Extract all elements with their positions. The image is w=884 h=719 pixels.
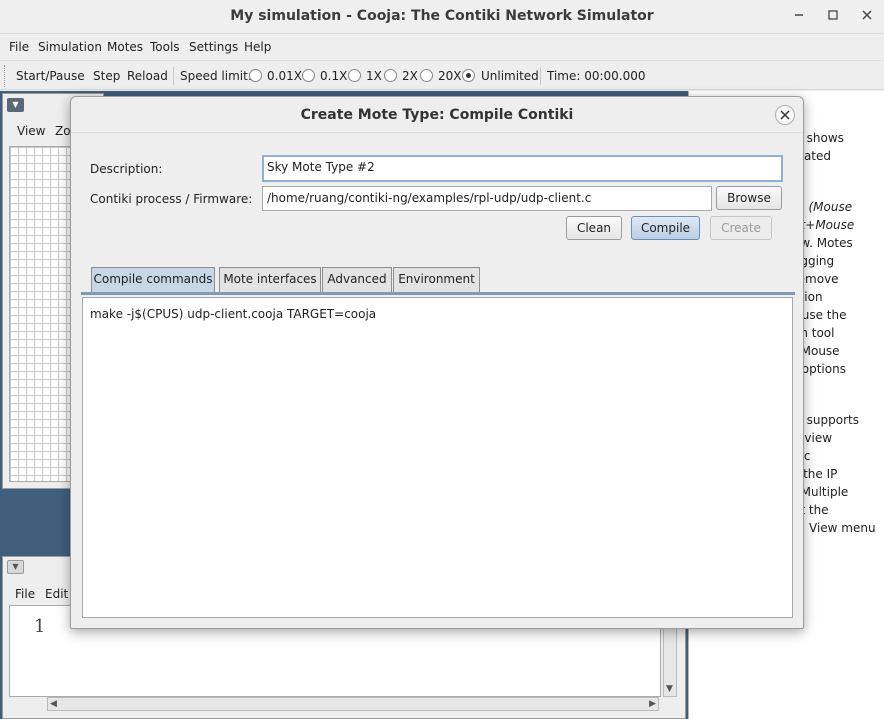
speed-radio-unlimited[interactable]: [462, 69, 475, 82]
reload-button[interactable]: Reload: [127, 69, 168, 83]
menu-file[interactable]: File: [9, 40, 29, 54]
tab-mote-interfaces[interactable]: Mote interfaces: [219, 267, 321, 292]
firmware-path-field[interactable]: /home/ruang/contiki-ng/examples/rpl-udp/…: [262, 186, 712, 211]
browse-button[interactable]: Browse: [716, 186, 782, 210]
menu-settings[interactable]: Settings: [189, 40, 238, 54]
dialog-close-icon[interactable]: [775, 105, 795, 125]
collapse-icon[interactable]: ▼: [7, 98, 24, 112]
editor-menu-file[interactable]: File: [15, 587, 35, 601]
speed-radio-0.1x[interactable]: [302, 69, 315, 82]
compile-button[interactable]: Compile: [631, 216, 700, 240]
menu-bar: File Simulation Motes Tools Settings Hel…: [0, 36, 884, 58]
speed-label-unlimited: Unlimited: [481, 69, 539, 83]
speed-radio-20x[interactable]: [420, 69, 433, 82]
compile-command-text: make -j$(CPUS) udp-client.cooja TARGET=c…: [90, 307, 377, 321]
tab-compile-commands[interactable]: Compile commands: [91, 267, 215, 292]
menu-tools[interactable]: Tools: [150, 40, 180, 54]
close-icon[interactable]: [856, 6, 878, 28]
create-mote-type-dialog: Create Mote Type: Compile Contiki Descri…: [70, 96, 804, 629]
speed-label-20x: 20X: [438, 69, 462, 83]
maximize-icon[interactable]: [822, 6, 844, 28]
notes-line: View menu: [809, 521, 876, 535]
toolbar-separator: [173, 67, 174, 85]
tab-underline: [81, 292, 795, 295]
line-number: 1: [34, 616, 46, 637]
minimize-icon[interactable]: [788, 6, 810, 28]
cooja-window: My simulation - Cooja: The Contiki Netwo…: [0, 0, 884, 719]
firmware-label: Contiki process / Firmware:: [90, 192, 253, 206]
speed-label-1x: 1X: [366, 69, 382, 83]
tab-advanced[interactable]: Advanced: [322, 267, 392, 292]
speed-radio-1x[interactable]: [348, 69, 361, 82]
step-button[interactable]: Step: [93, 69, 120, 83]
window-title: My simulation - Cooja: The Contiki Netwo…: [230, 8, 654, 24]
horizontal-scrollbar[interactable]: ◀ ▶: [47, 697, 659, 711]
menu-help[interactable]: Help: [244, 40, 271, 54]
start-pause-button[interactable]: Start/Pause: [16, 69, 85, 83]
clean-button[interactable]: Clean: [566, 216, 622, 240]
compile-commands-text-area[interactable]: make -j$(CPUS) udp-client.cooja TARGET=c…: [82, 297, 793, 618]
scroll-down-icon[interactable]: ▼: [666, 684, 673, 694]
toolbar-grip[interactable]: [4, 65, 8, 87]
create-button[interactable]: Create: [710, 216, 772, 240]
editor-menu-edit[interactable]: Edit: [45, 587, 68, 601]
tab-environment[interactable]: Environment: [393, 267, 480, 292]
speed-radio-2x[interactable]: [384, 69, 397, 82]
simulation-toolbar: Start/Pause Step Reload Speed limit: 0.0…: [0, 60, 884, 90]
menu-motes[interactable]: Motes: [107, 40, 143, 54]
description-label: Description:: [90, 162, 163, 176]
collapse-icon[interactable]: ▼: [7, 560, 24, 574]
speed-label-2x: 2X: [402, 69, 418, 83]
network-menu-view[interactable]: View: [17, 124, 45, 138]
menu-simulation[interactable]: Simulation: [38, 40, 102, 54]
speed-limit-label: Speed limit:: [180, 69, 252, 83]
scroll-left-icon[interactable]: ◀: [50, 699, 57, 709]
simulation-time: Time: 00:00.000: [547, 69, 646, 83]
speed-label-0.01x: 0.01X: [267, 69, 302, 83]
speed-label-0.1x: 0.1X: [320, 69, 348, 83]
scroll-right-icon[interactable]: ▶: [649, 699, 656, 709]
description-field[interactable]: Sky Mote Type #2: [262, 155, 783, 182]
toolbar-separator: [540, 67, 541, 85]
title-bar: My simulation - Cooja: The Contiki Netwo…: [0, 0, 884, 34]
dialog-title: Create Mote Type: Compile Contiki: [71, 97, 803, 133]
speed-radio-0.01x[interactable]: [249, 69, 262, 82]
